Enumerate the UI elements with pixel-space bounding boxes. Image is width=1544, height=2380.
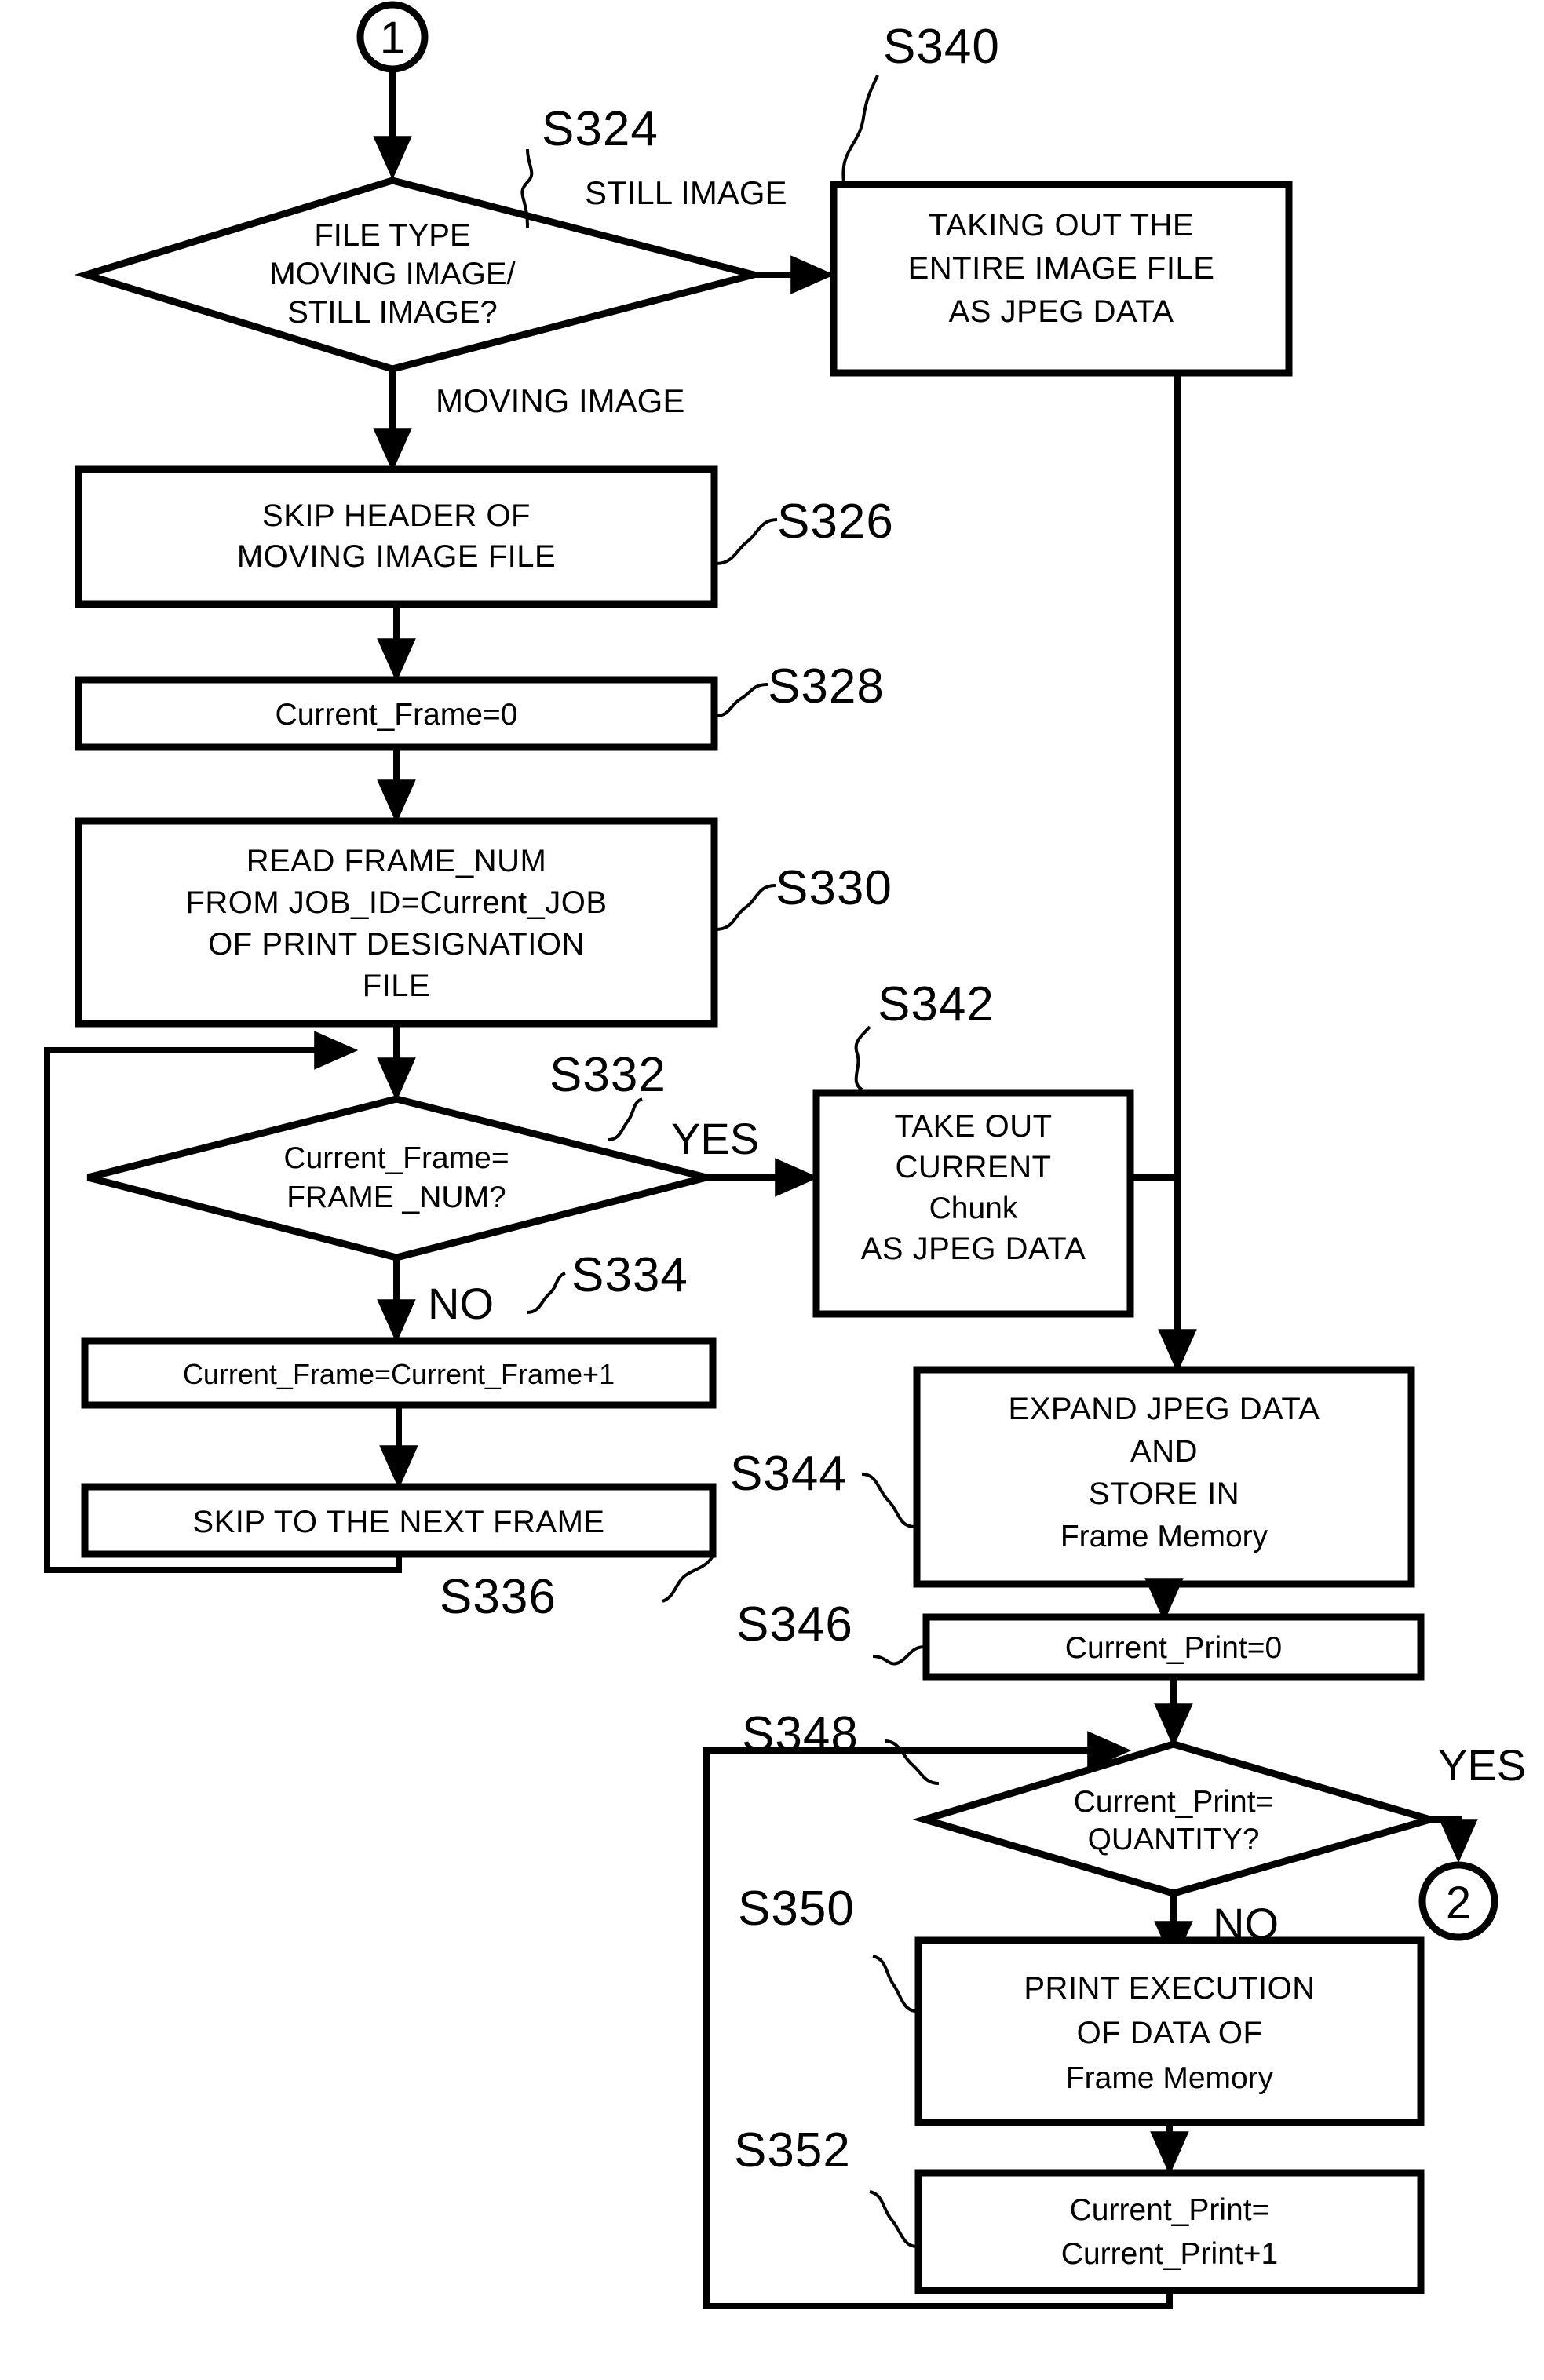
node-s350: PRINT EXECUTION OF DATA OF Frame Memory — [914, 1936, 1425, 2126]
node-s350-line-0: PRINT EXECUTION — [1024, 1971, 1315, 2006]
node-s332: Current_Frame= FRAME _NUM? — [86, 1095, 708, 1261]
node-s324-line-1: MOVING IMAGE/ — [269, 257, 516, 291]
node-s328: Current_Frame=0 — [75, 676, 718, 751]
node-s328-line-0: Current_Frame=0 — [276, 698, 518, 732]
connector-entry-1: 1 — [356, 1, 429, 73]
node-s348: Current_Print= QUANTITY? — [912, 1740, 1444, 1897]
node-s342: TAKE OUT CURRENT Chunk AS JPEG DATA — [812, 1089, 1134, 1318]
leader-s330 — [715, 884, 776, 931]
step-label-s328: S328 — [768, 659, 885, 714]
edge-s348-to-connector-2 — [1430, 1816, 1478, 1863]
node-s332-line-1: FRAME _NUM? — [287, 1181, 506, 1214]
node-s342-line-1: CURRENT — [895, 1150, 1051, 1185]
node-s346: Current_Print=0 — [922, 1613, 1425, 1681]
leader-s334 — [527, 1272, 566, 1314]
step-label-s332: S332 — [549, 1048, 666, 1102]
node-s348-line-0: Current_Print= — [1074, 1785, 1274, 1819]
node-s344-line-3: Frame Memory — [1060, 1520, 1268, 1553]
node-s336: SKIP TO THE NEXT FRAME — [81, 1483, 717, 1558]
node-s350-line-2: Frame Memory — [1066, 2061, 1274, 2095]
leader-s328 — [715, 683, 768, 717]
leader-s352 — [869, 2190, 918, 2248]
leader-s336 — [662, 1552, 716, 1603]
leader-s326 — [715, 518, 778, 565]
edge-label-still-image: STILL IMAGE — [585, 174, 787, 211]
connector-exit-2: 2 — [1418, 1861, 1498, 1941]
leader-s342 — [854, 1025, 871, 1091]
node-s330-line-1: FROM JOB_ID=Current_JOB — [185, 885, 607, 920]
node-s326: SKIP HEADER OF MOVING IMAGE FILE — [75, 465, 718, 608]
node-s336-line-0: SKIP TO THE NEXT FRAME — [192, 1505, 604, 1539]
node-s342-line-2: Chunk — [929, 1192, 1018, 1225]
node-s344-line-0: EXPAND JPEG DATA — [1009, 1392, 1320, 1426]
edge-label-yes-s348: YES — [1438, 1740, 1526, 1790]
flowchart-svg: 1 FILE TYPE MOVING IMAGE/ STILL IMAGE? S… — [44, 1, 1526, 2309]
node-s330: READ FRAME_NUM FROM JOB_ID=Current_JOB O… — [75, 817, 718, 1028]
node-s352-line-1: Current_Print+1 — [1061, 2237, 1278, 2271]
connector-exit-label: 2 — [1446, 1878, 1471, 1929]
node-s332-line-0: Current_Frame= — [283, 1141, 509, 1175]
node-s340-line-2: AS JPEG DATA — [949, 294, 1174, 329]
node-s334-line-0: Current_Frame=Current_Frame+1 — [183, 1358, 615, 1390]
node-s324-line-0: FILE TYPE — [314, 218, 470, 253]
node-s330-line-2: OF PRINT DESIGNATION — [208, 927, 585, 962]
step-label-s326: S326 — [777, 495, 894, 549]
edge-label-yes-s332: YES — [671, 1114, 759, 1163]
node-s340-line-0: TAKING OUT THE — [929, 208, 1194, 243]
edge-label-moving-image: MOVING IMAGE — [436, 382, 684, 419]
step-label-s336: S336 — [440, 1570, 557, 1624]
node-s346-line-0: Current_Print=0 — [1065, 1631, 1282, 1665]
leader-s340 — [841, 75, 879, 183]
node-s324-line-2: STILL IMAGE? — [287, 295, 498, 330]
node-s326-line-0: SKIP HEADER OF — [262, 498, 531, 533]
node-s350-line-1: OF DATA OF — [1077, 2016, 1263, 2050]
node-s340-line-1: ENTIRE IMAGE FILE — [908, 251, 1215, 286]
node-s326-line-1: MOVING IMAGE FILE — [237, 539, 556, 574]
step-label-s340: S340 — [883, 20, 1000, 74]
step-label-s342: S342 — [878, 977, 995, 1031]
node-s340: TAKING OUT THE ENTIRE IMAGE FILE AS JPEG… — [830, 181, 1293, 377]
node-s344: EXPAND JPEG DATA AND STORE IN Frame Memo… — [913, 1366, 1415, 1588]
leader-s344 — [861, 1473, 915, 1528]
node-s342-line-0: TAKE OUT — [894, 1109, 1052, 1144]
node-s342-line-3: AS JPEG DATA — [861, 1232, 1086, 1266]
node-s352-line-0: Current_Print= — [1070, 2193, 1270, 2227]
step-label-s324: S324 — [542, 102, 659, 156]
leader-s350 — [872, 1955, 918, 2013]
step-label-s352: S352 — [734, 2123, 851, 2177]
leader-s346 — [872, 1645, 925, 1666]
step-label-s344: S344 — [730, 1447, 847, 1501]
leader-s332 — [608, 1097, 643, 1141]
node-s344-line-2: STORE IN — [1089, 1477, 1239, 1511]
connector-entry-label: 1 — [380, 13, 405, 64]
step-label-s330: S330 — [776, 861, 892, 915]
node-s330-line-3: FILE — [363, 969, 430, 1003]
edge-label-no-s332: NO — [428, 1279, 494, 1328]
node-s348-line-1: QUANTITY? — [1088, 1823, 1260, 1856]
step-label-s350: S350 — [738, 1882, 855, 1936]
node-s352: Current_Print= Current_Print+1 — [914, 2169, 1425, 2294]
step-label-s334: S334 — [571, 1248, 688, 1302]
node-s334: Current_Frame=Current_Frame+1 — [81, 1337, 717, 1409]
node-s330-line-0: READ FRAME_NUM — [246, 844, 547, 878]
step-label-s346: S346 — [736, 1597, 853, 1652]
flowchart-canvas: 1 FILE TYPE MOVING IMAGE/ STILL IMAGE? S… — [0, 0, 1544, 2380]
node-s344-line-1: AND — [1130, 1434, 1198, 1469]
